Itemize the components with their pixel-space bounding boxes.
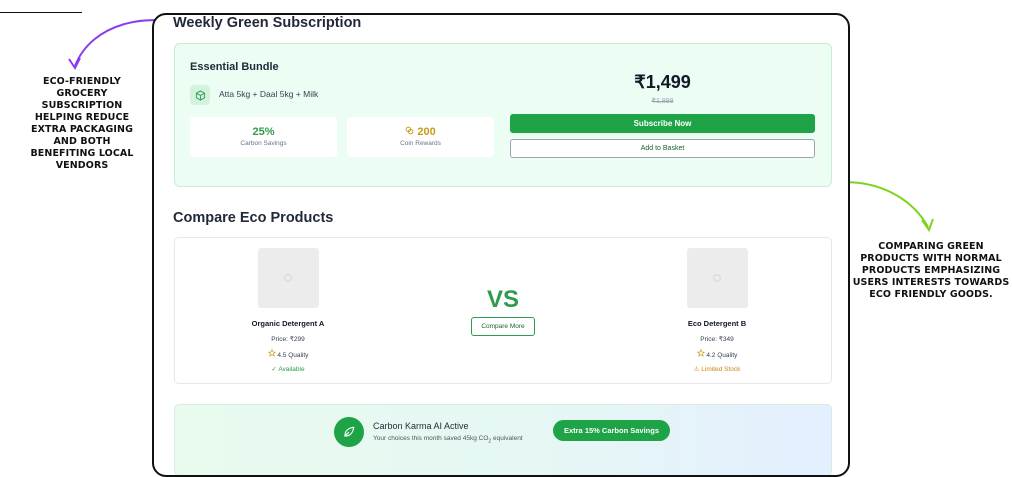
product-price: Price: ₹299 [271, 336, 305, 343]
product-quality: 4.5 Quality [208, 348, 368, 359]
product-status: ⚠ Limited Stock [637, 365, 797, 373]
image-placeholder-icon [713, 274, 721, 282]
extra-carbon-savings-pill[interactable]: Extra 15% Carbon Savings [553, 420, 670, 441]
product-image-placeholder [686, 248, 748, 308]
carbon-savings-stat: 25% Carbon Savings [190, 117, 337, 157]
product-card-b[interactable]: Eco Detergent B Price: ₹349 4.2 Quality … [637, 248, 797, 373]
bundle-old-price: ₹1,899 [651, 98, 674, 105]
product-quality: 4.2 Quality [637, 348, 797, 359]
carbon-savings-value: 25% [252, 126, 275, 138]
add-to-basket-button[interactable]: Add to Basket [510, 139, 815, 158]
top-divider [0, 12, 82, 13]
subscription-section-title: Weekly Green Subscription [173, 15, 362, 31]
coin-rewards-value-row: 200 [347, 126, 494, 138]
product-image-placeholder [257, 248, 319, 308]
check-icon: ✓ [271, 366, 277, 373]
compare-more-button[interactable]: Compare More [471, 317, 535, 336]
annotation-subscription: Eco-friendly grocery subscription helpin… [30, 76, 134, 171]
karma-title: Carbon Karma AI Active [373, 421, 469, 431]
coin-rewards-label: Coin Rewards [400, 140, 441, 147]
package-icon [190, 85, 210, 105]
bundle-price: ₹1,499 [634, 72, 691, 92]
coins-icon [405, 126, 417, 138]
annotation-compare: Comparing green products with normal pro… [852, 241, 1010, 300]
product-quality-value: 4.2 Quality [706, 352, 738, 359]
karma-subtitle: Your choices this month saved 45kg CO2 e… [373, 435, 523, 444]
product-status: ✓ Available [208, 365, 368, 373]
carbon-karma-banner: Carbon Karma AI Active Your choices this… [174, 404, 832, 475]
coin-rewards-value: 200 [417, 126, 436, 138]
subscribe-now-button[interactable]: Subscribe Now [510, 114, 815, 133]
purple-arrowhead [68, 57, 81, 70]
star-icon [267, 348, 278, 359]
karma-subtitle-prefix: Your choices this month saved 45kg CO [373, 435, 489, 442]
product-quality-value: 4.5 Quality [277, 352, 309, 359]
coin-rewards-stat: 200 Coin Rewards [347, 117, 494, 157]
lime-arrowhead [921, 218, 934, 233]
karma-subtitle-suffix: equivalent [491, 435, 523, 442]
product-card-a[interactable]: Organic Detergent A Price: ₹299 4.5 Qual… [208, 248, 368, 373]
bundle-name: Essential Bundle [190, 61, 279, 73]
product-name: Organic Detergent A [251, 319, 325, 328]
compare-card: Organic Detergent A Price: ₹299 4.5 Qual… [174, 237, 832, 384]
product-name: Eco Detergent B [687, 319, 747, 328]
carbon-savings-label: Carbon Savings [240, 140, 287, 147]
compare-section-title: Compare Eco Products [173, 210, 334, 226]
subscription-card: Essential Bundle Atta 5kg + Daal 5kg + M… [174, 43, 832, 187]
image-placeholder-icon [284, 274, 292, 282]
bundle-items: Atta 5kg + Daal 5kg + Milk [219, 89, 319, 99]
product-status-label: Limited Stock [701, 366, 741, 373]
product-status-label: Available [278, 366, 305, 373]
leaf-icon [334, 417, 364, 447]
product-price: Price: ₹349 [700, 336, 734, 343]
warning-icon: ⚠ [693, 366, 700, 373]
vs-label: VS [486, 286, 519, 313]
star-icon [696, 348, 707, 359]
phone-frame: Weekly Green Subscription Essential Bund… [152, 13, 850, 477]
